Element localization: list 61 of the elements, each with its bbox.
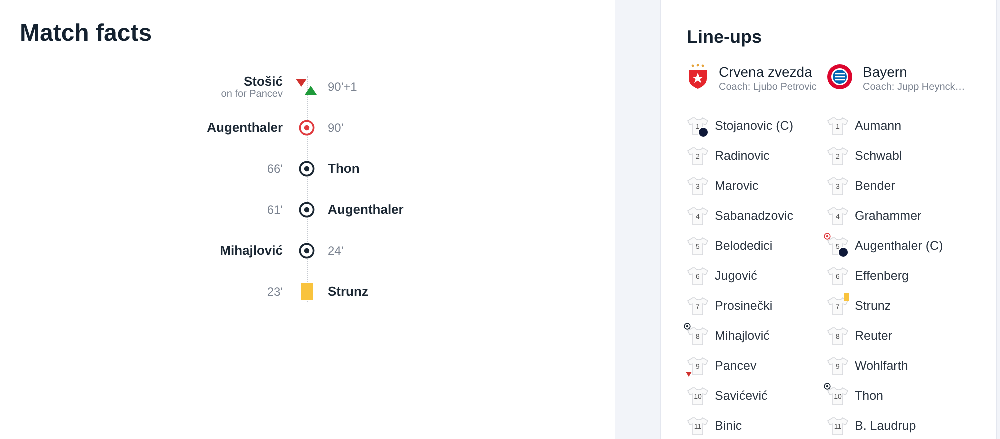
player-name: Binic (715, 419, 742, 433)
player-name: Reuter (855, 329, 893, 343)
player-name: Pancev (715, 359, 757, 373)
shirt-icon (687, 266, 709, 286)
shirt-icon (687, 326, 709, 346)
shirt-icon (827, 206, 849, 226)
shirt-icon (687, 236, 709, 256)
player-name: Mihajlović (220, 243, 283, 258)
substitution-note: on for Pancev (221, 88, 283, 100)
player-name: Augenthaler (328, 202, 404, 217)
player-name: Prosinečki (715, 299, 773, 313)
shirt-icon (827, 356, 849, 376)
player-name: Stošić (244, 74, 283, 88)
shirt-icon (827, 146, 849, 166)
shirt-icon (827, 116, 849, 136)
player-name: Belodedici (715, 239, 773, 253)
team-name: Bayern (863, 64, 908, 80)
player-name: Thon (328, 161, 360, 176)
player-name: Aumann (855, 119, 902, 133)
player-name: Thon (855, 389, 884, 403)
event-minute: 66' (267, 162, 283, 176)
event-minute: 90' (328, 120, 344, 134)
coach-name: Coach: Jupp Heynck… (863, 82, 966, 93)
shirt-icon (827, 176, 849, 196)
player-name: Wohlfarth (855, 359, 908, 373)
player-name: Grahammer (855, 209, 922, 223)
shirt-icon (687, 176, 709, 196)
player-name: Strunz (328, 284, 368, 299)
player-name: Stojanovic (C) (715, 119, 794, 133)
event-minute: 90'+1 (328, 80, 358, 94)
player-name: Marovic (715, 179, 759, 193)
shirt-icon (827, 266, 849, 286)
shirt-icon (687, 386, 709, 406)
player-name: Schwabl (855, 149, 902, 163)
shirt-icon (687, 146, 709, 166)
card-title: Line-ups (687, 27, 763, 48)
player-name: Effenberg (855, 269, 909, 283)
shirt-icon (687, 416, 709, 436)
event-minute: 23' (267, 284, 283, 298)
shirt-icon (827, 416, 849, 436)
player-name: Jugović (715, 269, 758, 283)
player-name: Sabanadzovic (715, 209, 794, 223)
shirt-icon (687, 206, 709, 226)
event-minute: 61' (267, 202, 283, 216)
player-name: Savićević (715, 389, 768, 403)
player-name: Mihajlović (715, 329, 770, 343)
shirt-icon (827, 326, 849, 346)
team-name: Crvena zvezda (719, 64, 814, 80)
shirt-icon (827, 296, 849, 316)
event-minute: 24' (328, 244, 344, 258)
shirt-icon (687, 356, 709, 376)
player-name: Augenthaler (207, 120, 283, 135)
player-name: Augenthaler (C) (855, 239, 944, 253)
player-name: Bender (855, 179, 896, 193)
section-title: Match facts (20, 20, 154, 48)
player-name: B. Laudrup (855, 419, 916, 433)
coach-name: Coach: Ljubo Petrovic (719, 82, 817, 93)
shirt-icon (687, 296, 709, 316)
shirt-icon (827, 386, 849, 406)
player-name: Strunz (855, 299, 892, 313)
player-name: Radinovic (715, 149, 770, 163)
